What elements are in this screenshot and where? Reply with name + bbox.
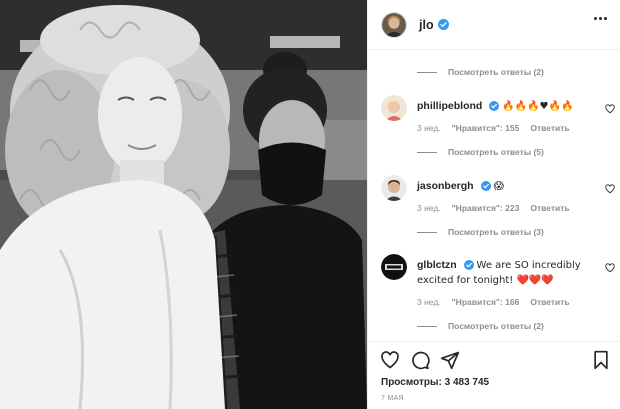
comment-item: jasonbergh 😱 3 нед. "Нравится": 223 Отве… [381,175,617,235]
commenter-avatar[interactable] [381,254,407,280]
commenter-username[interactable]: glblctzn [417,259,457,271]
comment-meta: 3 нед. "Нравится": 223 Ответить [417,203,570,213]
comment-likes[interactable]: "Нравится": 155 [452,123,520,133]
replies-line [417,325,437,327]
comments-list[interactable]: Посмотреть ответы (2) phillipeblond 🔥🔥🔥♥… [368,51,620,340]
reply-button[interactable]: Ответить [530,297,569,307]
views-count[interactable]: Просмотры: 3 483 745 [381,377,489,388]
comment-likes[interactable]: "Нравится": 223 [452,203,520,213]
author-username[interactable]: jlo [419,18,434,32]
comment-text: phillipeblond 🔥🔥🔥♥🔥🔥 [417,99,593,114]
commenter-avatar[interactable] [381,175,407,201]
comment-meta: 3 нед. "Нравится": 166 Ответить [417,297,570,307]
view-replies-button[interactable]: Посмотреть ответы (2) [417,321,544,331]
heart-icon[interactable] [380,350,400,375]
comment-body: 🔥🔥🔥♥🔥🔥 [502,101,574,112]
comment-time: 3 нед. [417,297,441,307]
comment-likes[interactable]: "Нравится": 166 [452,297,520,307]
post-panel: jlo Посмотреть ответы (2) phillipeblond … [367,0,620,409]
replies-line [417,151,437,153]
post-photo[interactable] [0,0,367,409]
verified-icon [437,19,449,30]
commenter-username[interactable]: jasonbergh [417,180,474,192]
comment-body: 😱 [493,181,504,192]
comment-time: 3 нед. [417,123,441,133]
commenter-avatar[interactable] [381,95,407,121]
comment-meta: 3 нед. "Нравится": 155 Ответить [417,123,570,133]
commenter-username[interactable]: phillipeblond [417,100,482,112]
replies-line [417,71,437,73]
view-replies-label: Посмотреть ответы (2) [448,321,544,331]
view-replies-label: Посмотреть ответы (3) [448,227,544,237]
comment-icon[interactable] [410,350,430,375]
share-icon[interactable] [440,350,460,375]
reply-button[interactable]: Ответить [530,203,569,213]
verified-icon [489,101,500,111]
bookmark-icon[interactable] [592,350,610,375]
view-replies-label: Посмотреть ответы (5) [448,147,544,157]
post-header: jlo [368,0,620,50]
post-photo-image [0,0,367,409]
comment-item: phillipeblond 🔥🔥🔥♥🔥🔥 3 нед. "Нравится": … [381,95,617,155]
comment-time: 3 нед. [417,203,441,213]
comment-text: glblctzn We are SO incredibly excited fo… [417,258,593,288]
view-replies-button[interactable]: Посмотреть ответы (5) [417,147,544,157]
heart-icon[interactable] [605,181,615,199]
view-replies-button[interactable]: Посмотреть ответы (2) [417,67,544,77]
comment-item: glblctzn We are SO incredibly excited fo… [381,254,617,330]
replies-line [417,231,437,233]
author-avatar[interactable] [381,11,407,38]
post-date[interactable]: 7 МАЯ [381,395,404,402]
verified-icon [480,181,491,191]
post-actions: Просмотры: 3 483 745 7 МАЯ [368,341,620,409]
heart-icon[interactable] [605,101,615,119]
more-icon[interactable] [594,17,607,20]
view-replies-label: Посмотреть ответы (2) [448,67,544,77]
reply-button[interactable]: Ответить [530,123,569,133]
heart-icon[interactable] [605,260,615,278]
view-replies-button[interactable]: Посмотреть ответы (3) [417,227,544,237]
verified-icon [463,260,474,270]
comment-text: jasonbergh 😱 [417,179,593,194]
